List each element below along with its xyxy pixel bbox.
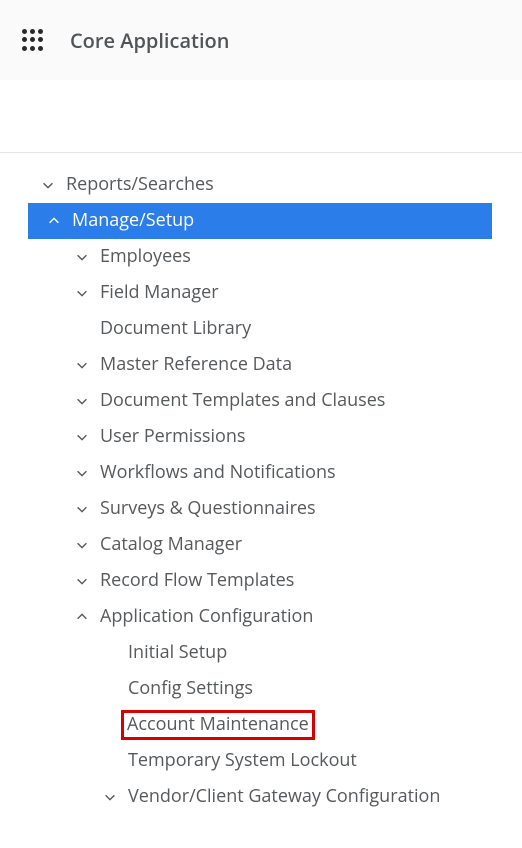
tree-item-employees[interactable]: Employees (0, 239, 522, 275)
tree-item-label: Surveys & Questionnaires (100, 498, 316, 520)
tree-item-field-manager[interactable]: Field Manager (0, 275, 522, 311)
chevron-down-icon (74, 429, 90, 445)
chevron-down-icon (74, 501, 90, 517)
tree-item-record-flow-templates[interactable]: Record Flow Templates (0, 563, 522, 599)
tree-item-label: Field Manager (100, 282, 219, 304)
tree-item-label: Employees (100, 246, 191, 268)
tree-item-config-settings[interactable]: Config Settings (0, 671, 522, 707)
chevron-down-icon (74, 537, 90, 553)
tree-item-application-configuration[interactable]: Application Configuration (0, 599, 522, 635)
tree-item-master-reference-data[interactable]: Master Reference Data (0, 347, 522, 383)
chevron-down-icon (74, 249, 90, 265)
tree-item-label: Document Library (100, 318, 251, 340)
chevron-down-icon (40, 177, 56, 193)
chevron-up-icon (74, 609, 90, 625)
tree-item-workflows-notifications[interactable]: Workflows and Notifications (0, 455, 522, 491)
chevron-down-icon (102, 789, 118, 805)
chevron-down-icon (74, 285, 90, 301)
tree-item-manage-setup[interactable]: Manage/Setup (28, 203, 492, 239)
chevron-down-icon (74, 573, 90, 589)
tree-item-user-permissions[interactable]: User Permissions (0, 419, 522, 455)
chevron-down-icon (74, 393, 90, 409)
tree-item-document-templates-clauses[interactable]: Document Templates and Clauses (0, 383, 522, 419)
chevron-down-icon (74, 465, 90, 481)
tree-item-label: Reports/Searches (66, 174, 214, 196)
tree-item-surveys-questionnaires[interactable]: Surveys & Questionnaires (0, 491, 522, 527)
tree-item-account-maintenance[interactable]: Account Maintenance (0, 707, 522, 743)
tree-item-label: Temporary System Lockout (128, 750, 357, 772)
tree-item-document-library[interactable]: Document Library (0, 311, 522, 347)
tree-item-label: Record Flow Templates (100, 570, 294, 592)
chevron-down-icon (74, 357, 90, 373)
tree-item-label: Vendor/Client Gateway Configuration (128, 786, 440, 808)
tree-item-label: Config Settings (128, 678, 253, 700)
tree-item-label: Application Configuration (100, 606, 313, 628)
tree-item-label: Catalog Manager (100, 534, 242, 556)
page-title: Core Application (70, 27, 229, 54)
chevron-up-icon (46, 213, 62, 229)
nav-tree: Reports/Searches Manage/Setup Employees … (0, 167, 522, 815)
tree-item-initial-setup[interactable]: Initial Setup (0, 635, 522, 671)
tree-item-reports-searches[interactable]: Reports/Searches (0, 167, 522, 203)
tree-item-label: Account Maintenance (127, 712, 309, 736)
tree-item-temporary-system-lockout[interactable]: Temporary System Lockout (0, 743, 522, 779)
highlighted-item: Account Maintenance (123, 712, 313, 738)
tree-item-label: User Permissions (100, 426, 246, 448)
tree-item-label: Document Templates and Clauses (100, 390, 385, 412)
tree-item-vendor-client-gateway-configuration[interactable]: Vendor/Client Gateway Configuration (0, 779, 522, 815)
app-header: Core Application (0, 0, 522, 80)
tree-item-label: Workflows and Notifications (100, 462, 336, 484)
tree-item-label: Master Reference Data (100, 354, 292, 376)
tree-item-label: Manage/Setup (72, 210, 194, 232)
tree-item-label: Initial Setup (128, 642, 227, 664)
tree-item-catalog-manager[interactable]: Catalog Manager (0, 527, 522, 563)
app-grid-icon[interactable] (22, 29, 44, 51)
header-divider (0, 152, 522, 153)
